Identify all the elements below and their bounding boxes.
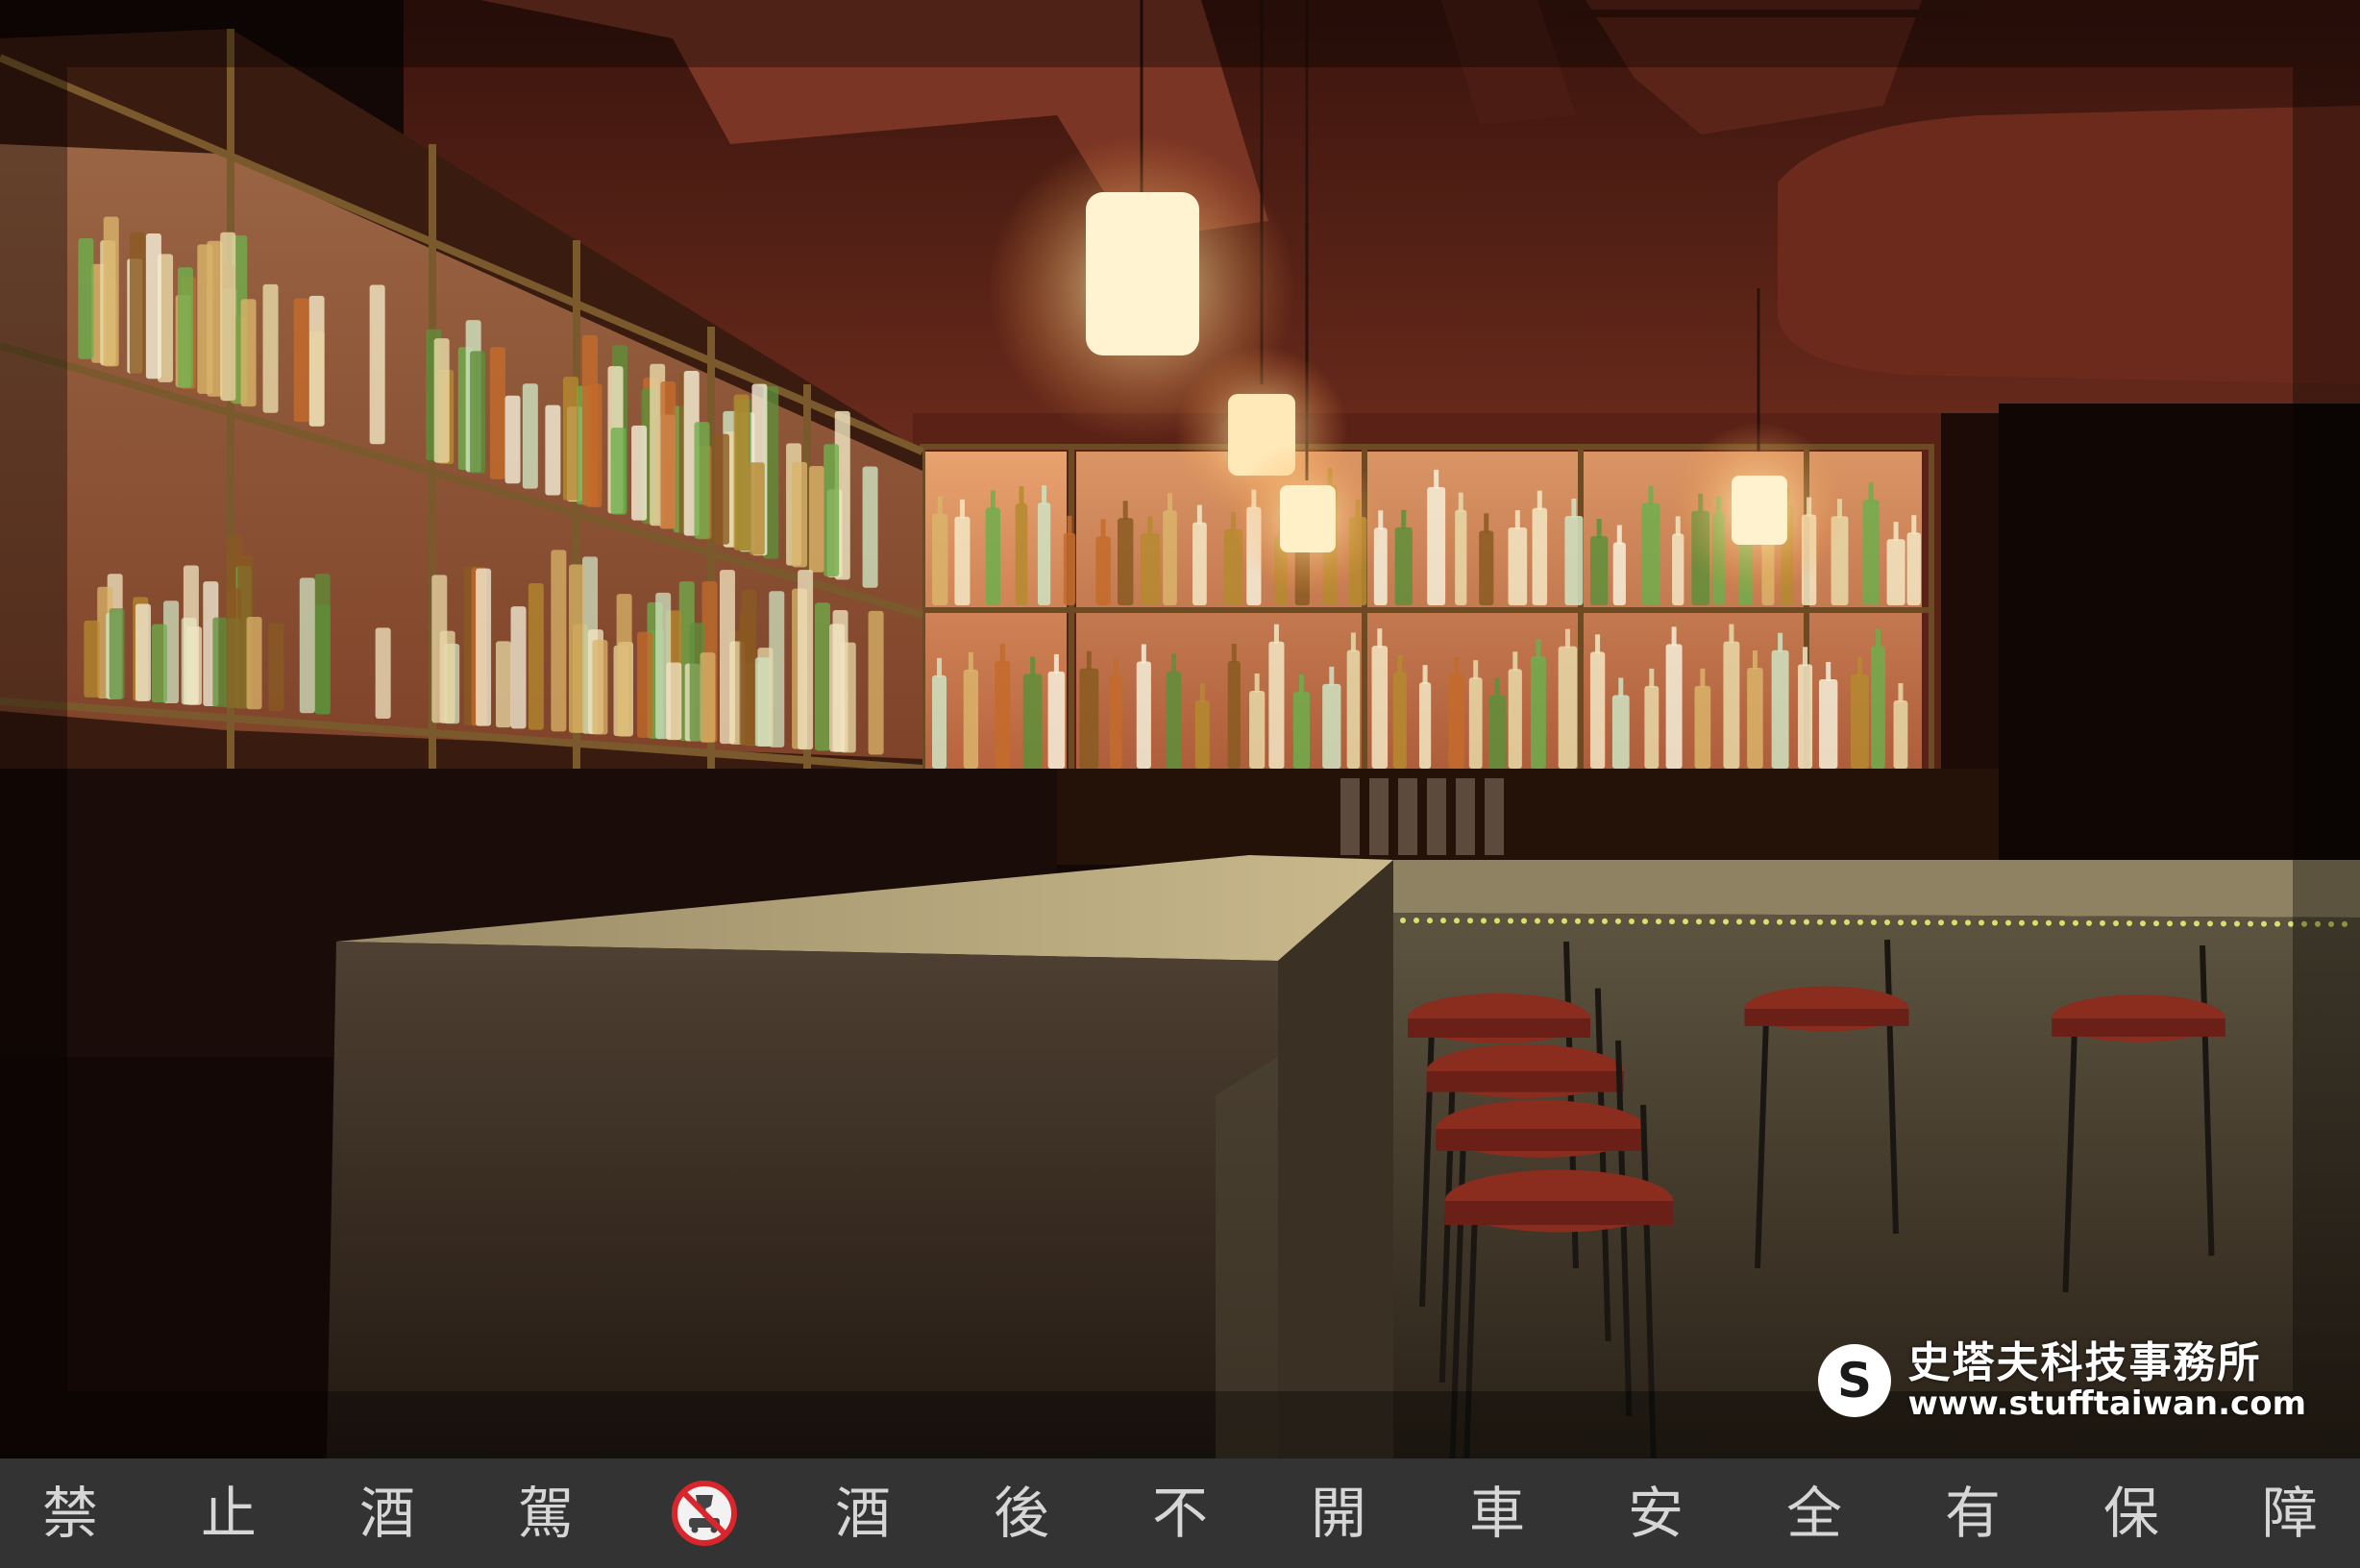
banner-char: 開 (1310, 1481, 1366, 1546)
banner-char: 安 (1627, 1481, 1684, 1546)
banner-char: 酒 (834, 1481, 891, 1546)
watermark-url: www.stufftaiwan.com (1907, 1384, 2306, 1423)
banner-char: 有 (1944, 1481, 2001, 1546)
stuff-logo-icon: S (1817, 1344, 1891, 1418)
banner-char: 後 (993, 1481, 1049, 1546)
watermark-name: 史塔夫科技事務所 (1907, 1338, 2262, 1387)
drink-driving-banner: 禁 止 酒 駕 酒 後 不 開 車 安 全 有 保 障 (0, 1458, 2360, 1568)
banner-char: 酒 (358, 1481, 415, 1546)
banner-char: 障 (2261, 1481, 2318, 1546)
banner-char: 全 (1785, 1481, 1842, 1546)
no-drink-driving-icon (672, 1481, 737, 1546)
photo-frame: S 史塔夫科技事務所 www.stufftaiwan.com 禁 止 酒 駕 酒… (0, 0, 2360, 1568)
banner-char: 保 (2102, 1481, 2159, 1546)
watermark: S 史塔夫科技事務所 www.stufftaiwan.com (1816, 1340, 2306, 1421)
banner-char: 駕 (517, 1481, 574, 1546)
banner-char: 車 (1468, 1481, 1525, 1546)
banner-char: 禁 (41, 1481, 98, 1546)
banner-char: 不 (1151, 1481, 1208, 1546)
bar-interior-photo (0, 0, 2360, 1458)
banner-char: 止 (200, 1481, 257, 1546)
svg-text:S: S (1837, 1353, 1872, 1409)
